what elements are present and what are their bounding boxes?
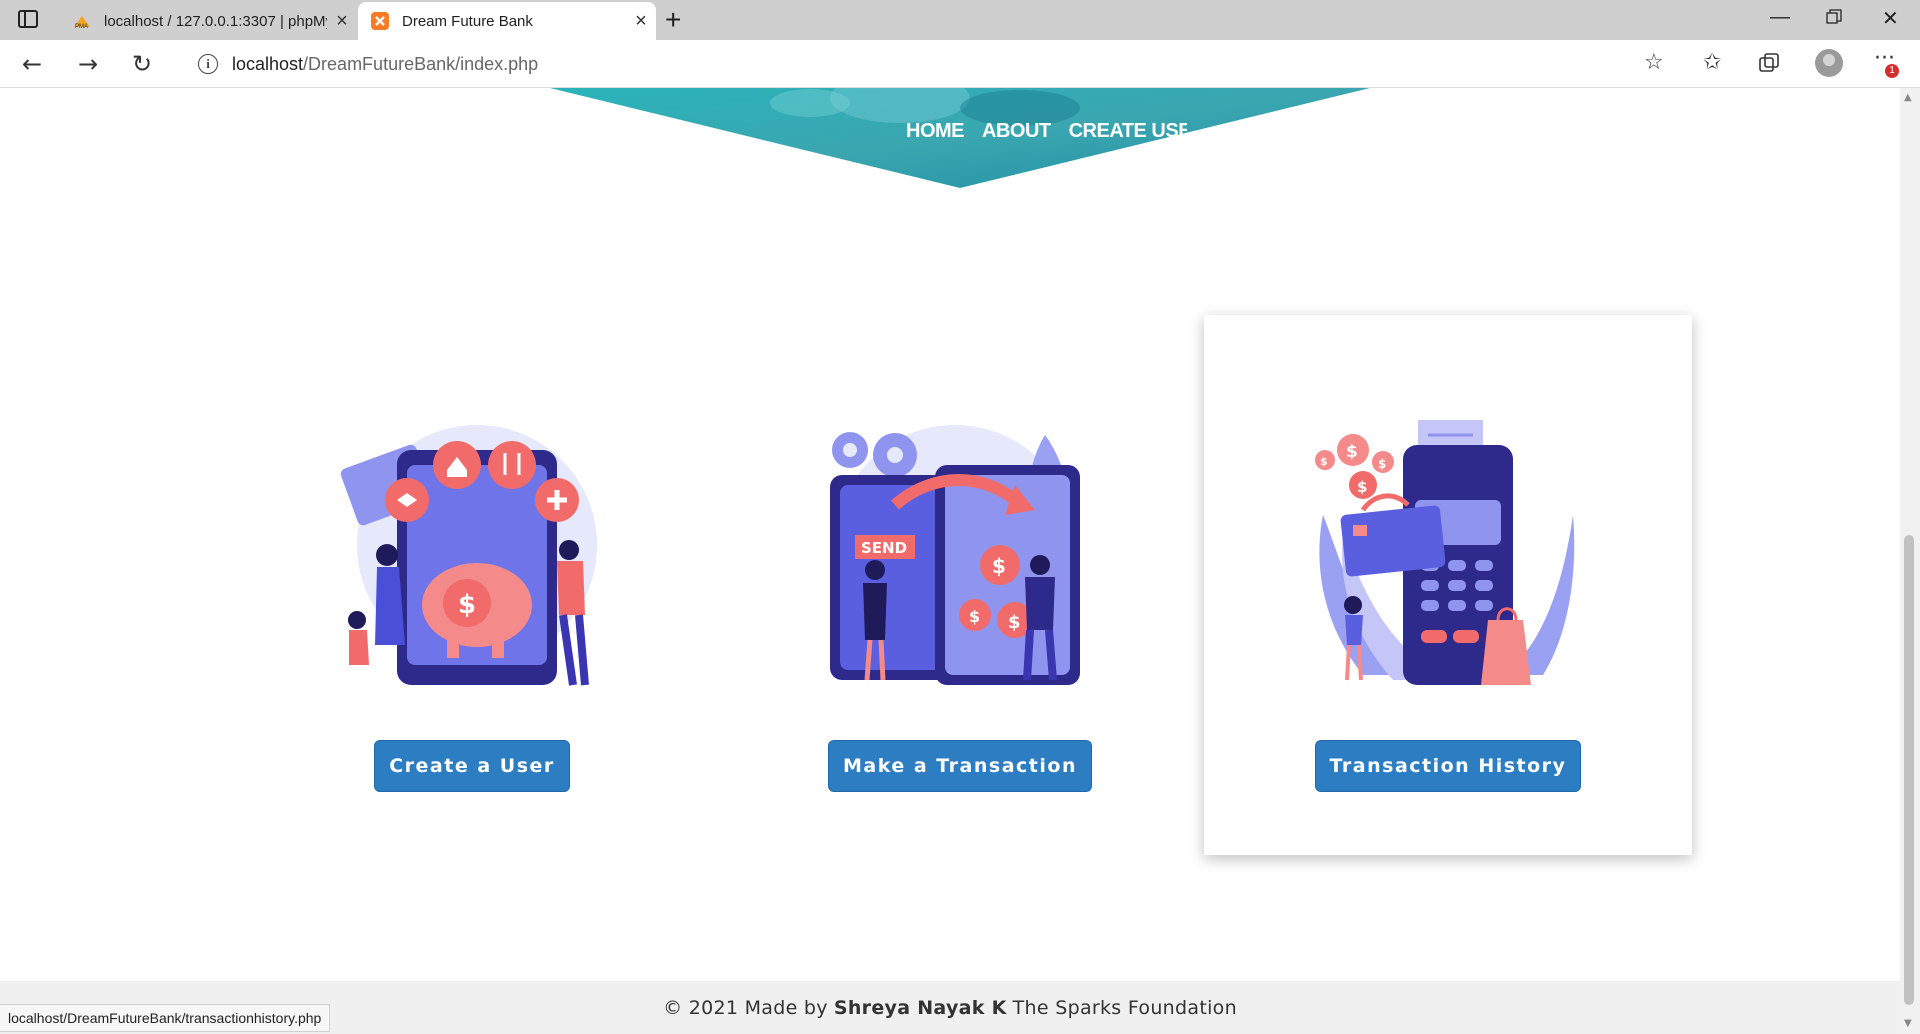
nav-about[interactable]: ABOUT <box>982 120 1051 143</box>
notification-badge: 1 <box>1885 64 1899 78</box>
address-bar[interactable]: i localhost/DreamFutureBank/index.php <box>180 45 1680 83</box>
create-user-button[interactable]: Create a User <box>374 740 570 792</box>
nav-create-user[interactable]: CREATE USER <box>1069 120 1187 143</box>
card-transaction-history: $ $ $ $ Transaction History <box>1204 315 1692 855</box>
svg-text:$: $ <box>1357 478 1367 496</box>
status-bar-url: localhost/DreamFutureBank/transactionhis… <box>0 1004 331 1032</box>
svg-text:$: $ <box>458 590 476 620</box>
phpmyadmin-icon: PMA <box>72 11 92 31</box>
forward-icon[interactable]: → <box>78 50 98 78</box>
restore-icon[interactable] <box>1826 8 1842 31</box>
tab-title: Dream Future Bank <box>402 12 533 30</box>
payment-terminal-illustration: $ $ $ $ <box>1315 420 1575 685</box>
scroll-down-icon[interactable]: ▼ <box>1904 1018 1912 1029</box>
new-tab-icon[interactable]: + <box>665 4 681 36</box>
svg-text:SEND: SEND <box>861 539 907 557</box>
scrollbar-thumb[interactable] <box>1904 535 1914 1005</box>
tab-title: localhost / 127.0.0.1:3307 | phpMyAdmin <box>104 12 327 30</box>
make-transaction-button[interactable]: Make a Transaction <box>828 740 1092 792</box>
money-transfer-illustration: SEND $ $ $ <box>830 425 1080 685</box>
page-viewport: HOME ABOUT CREATE USER $ Create a User S… <box>0 88 1900 1034</box>
minimize-icon[interactable]: — <box>1770 6 1790 29</box>
svg-text:PMA: PMA <box>75 24 88 29</box>
main-nav: HOME ABOUT CREATE USER <box>906 120 1205 143</box>
site-info-icon[interactable]: i <box>198 54 218 74</box>
tab-phpmyadmin[interactable]: PMA localhost / 127.0.0.1:3307 | phpMyAd… <box>60 2 357 40</box>
footer-author: Shreya Nayak K <box>833 996 1007 1019</box>
favorites-icon[interactable]: ✩ <box>1703 50 1721 75</box>
back-icon[interactable]: ← <box>22 50 42 78</box>
profile-avatar[interactable] <box>1815 49 1843 77</box>
xampp-icon <box>370 11 390 31</box>
svg-text:$: $ <box>969 607 980 626</box>
nav-home[interactable]: HOME <box>906 120 965 143</box>
tab-bar: PMA localhost / 127.0.0.1:3307 | phpMyAd… <box>0 0 1920 40</box>
close-tab-icon[interactable]: × <box>327 10 357 33</box>
collections-icon[interactable] <box>1758 52 1780 80</box>
browser-toolbar: ← → ↻ i localhost/DreamFutureBank/index.… <box>0 40 1920 88</box>
card-create-user: $ Create a User <box>228 315 716 855</box>
svg-text:$: $ <box>1346 442 1358 462</box>
add-favorite-icon[interactable]: ☆ <box>1644 50 1664 75</box>
svg-text:$: $ <box>1008 612 1021 633</box>
svg-text:$: $ <box>1320 455 1328 468</box>
footer-prefix: © 2021 Made by <box>663 996 828 1019</box>
url-text[interactable]: localhost/DreamFutureBank/index.php <box>232 54 538 75</box>
tab-actions-icon[interactable] <box>18 10 38 28</box>
transaction-history-button[interactable]: Transaction History <box>1314 740 1582 792</box>
svg-text:$: $ <box>1378 457 1386 471</box>
tab-dream-future-bank[interactable]: Dream Future Bank × <box>358 2 656 40</box>
refresh-icon[interactable]: ↻ <box>132 50 152 78</box>
family-savings-illustration: $ <box>340 425 597 686</box>
close-window-icon[interactable]: ✕ <box>1882 6 1899 31</box>
card-make-transaction: SEND $ $ $ Make a Transaction <box>716 315 1204 855</box>
close-tab-icon[interactable]: × <box>626 10 656 33</box>
url-path: /DreamFutureBank/index.php <box>303 53 539 74</box>
footer-org: The Sparks Foundation <box>1012 996 1237 1019</box>
scroll-up-icon[interactable]: ▲ <box>1904 92 1912 103</box>
url-host: localhost <box>232 53 304 74</box>
svg-text:$: $ <box>992 554 1006 578</box>
